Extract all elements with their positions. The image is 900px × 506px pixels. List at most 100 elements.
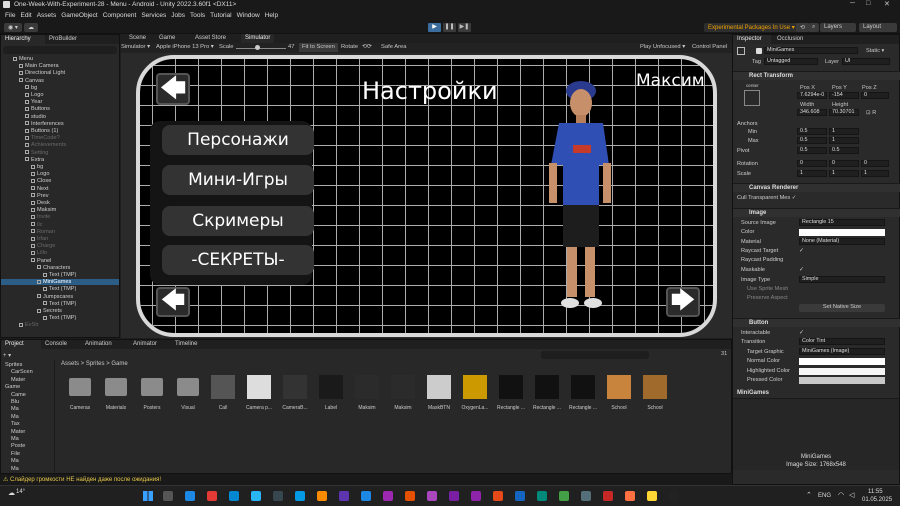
hierarchy-item[interactable]: MiniGames [1,279,119,286]
scale-x-field[interactable]: 1 [797,170,827,177]
add-asset-button[interactable]: + ▾ [3,352,11,359]
sprite-asset[interactable]: Label [316,375,346,411]
menu-item-help[interactable]: Help [265,12,278,19]
project-folder-item[interactable]: Ma [11,414,19,420]
maskable-checkbox[interactable]: ✓ [799,266,804,273]
canvas-renderer-header[interactable]: Canvas Renderer [733,183,900,192]
blueprint-mode-icon[interactable]: ⊡ R [866,110,876,116]
hierarchy-item[interactable]: Maksim [1,207,119,213]
visual-studio-icon[interactable] [339,491,349,501]
hierarchy-item[interactable]: Text (TMP) [1,315,119,321]
hierarchy-item[interactable]: Close [1,178,119,184]
volume-icon[interactable]: ◁ [849,491,854,499]
hierarchy-item[interactable]: Ilc [1,222,119,228]
set-native-size-button[interactable]: Set Native Size [799,304,885,312]
tab-inspector[interactable]: Inspector [733,35,771,44]
scale-slider[interactable] [236,48,286,49]
simulator-mode-dropdown[interactable]: Simulator ▾ [121,44,150,50]
project-folder-item[interactable]: Ma [11,466,19,472]
yandex-icon[interactable] [207,491,217,501]
height-field[interactable]: 70.30701 [829,109,859,116]
project-folder-item[interactable]: Poste [11,443,25,449]
hierarchy-item[interactable]: Main Camera [1,63,119,69]
tab-animator[interactable]: Animator [129,340,161,349]
project-folder-item[interactable]: Ma [11,406,19,412]
experimental-packages-badge[interactable]: Experimental Packages In Use ▾ [704,23,799,32]
pivot-x-field[interactable]: 0.5 [797,147,827,154]
pos-x-field[interactable]: 7.6294e-0 [797,92,827,99]
weather-temp[interactable]: 14° [16,489,25,495]
hierarchy-item[interactable]: Logo [1,92,119,98]
unity-icon[interactable] [669,491,679,501]
hierarchy-item[interactable]: Next [1,186,119,192]
sprite-asset[interactable]: Call [208,375,238,411]
start-menu-icon[interactable] [143,491,153,501]
discord-icon[interactable] [361,491,371,501]
blender-icon[interactable] [317,491,327,501]
anchor-min-x-field[interactable]: 0.5 [797,128,827,135]
pause-button[interactable]: ❚❚ [443,23,456,32]
button-component-header[interactable]: Button [733,318,900,327]
anchor-max-x-field[interactable]: 0.5 [797,137,827,144]
clock-time[interactable]: 11:55 [868,489,883,495]
project-folder-item[interactable]: Sprites [5,362,22,368]
cloud-button[interactable]: ☁ [24,23,38,32]
layers-dropdown[interactable]: Layers [820,23,856,32]
tab-console[interactable]: Console [41,340,71,349]
sprite-asset[interactable]: School [604,375,634,411]
sprite-asset[interactable]: Rectangle ... [532,375,562,411]
hierarchy-item[interactable]: Setting [1,150,119,156]
hierarchy-item[interactable]: Text (TMP) [1,272,119,278]
hierarchy-item[interactable]: Characters [1,265,119,271]
highlighted-color-swatch[interactable] [799,368,885,375]
davinci-icon[interactable] [603,491,613,501]
tab-hierarchy[interactable]: Hierarchy [1,35,45,44]
menu-item-component[interactable]: Component [103,12,137,19]
sprite-asset[interactable]: Rectangle ... [568,375,598,411]
minimize-icon[interactable]: ─ [850,0,855,7]
pos-y-field[interactable]: -154 [829,92,859,99]
clock-date[interactable]: 01.05.2025 [862,497,892,503]
hierarchy-item[interactable]: Achievements [1,142,119,148]
hierarchy-item[interactable]: Prev [1,193,119,199]
project-folder-item[interactable]: File [11,451,20,457]
hierarchy-item[interactable]: Irfan [1,236,119,242]
menu-item-services[interactable]: Services [141,12,166,19]
static-dropdown[interactable]: Static ▾ [866,48,884,54]
android-icon[interactable] [559,491,569,501]
play-button[interactable]: ▶ [428,23,441,32]
hierarchy-item[interactable]: Menu [1,56,119,62]
search-icon[interactable]: ⌕ [808,23,820,32]
interactable-checkbox[interactable]: ✓ [799,329,804,336]
device-dropdown[interactable]: Apple iPhone 13 Pro ▾ [156,44,214,50]
raycast-target-checkbox[interactable]: ✓ [799,247,804,254]
search-icon[interactable] [163,491,173,501]
illustrator-icon[interactable] [405,491,415,501]
scale-y-field[interactable]: 1 [829,170,859,177]
back-arrow-button[interactable]: 🡄 [156,73,190,105]
vscode-icon[interactable] [581,491,591,501]
layer-dropdown[interactable]: UI [842,58,890,65]
after-effects-icon[interactable] [449,491,459,501]
tab-game[interactable]: Game [155,34,179,43]
project-folder-item[interactable]: Game [5,384,20,390]
menu-item-window[interactable]: Window [237,12,260,19]
pivot-y-field[interactable]: 0.5 [829,147,859,154]
normal-color-swatch[interactable] [799,358,885,365]
language-indicator[interactable]: ENG [818,493,831,499]
photoshop-icon[interactable] [515,491,525,501]
hierarchy-item[interactable]: Interferences [1,121,119,127]
hierarchy-item[interactable]: EvStr [1,322,119,328]
hierarchy-item[interactable]: Logo [1,171,119,177]
pressed-color-swatch[interactable] [799,377,885,384]
project-folder-item[interactable]: Mater [11,429,25,435]
project-folder-item[interactable]: Came [11,392,26,398]
project-search-input[interactable] [541,351,649,359]
menu-item-file[interactable]: File [5,12,15,19]
sprite-asset[interactable]: Maksim [388,375,418,411]
tab-animation[interactable]: Animation [81,340,116,349]
hierarchy-item[interactable]: Directional Light [1,70,119,76]
hierarchy-item[interactable]: Lillo [1,250,119,256]
sprite-asset[interactable]: CameraB... [280,375,310,411]
transition-dropdown[interactable]: Color Tint [799,338,885,345]
